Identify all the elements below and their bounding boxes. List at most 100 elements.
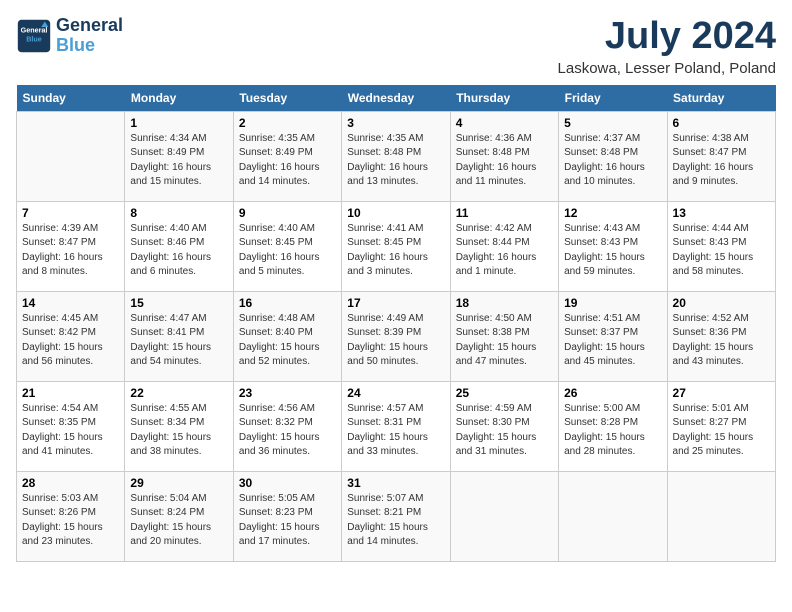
day-number: 6 <box>673 116 770 130</box>
day-number: 24 <box>347 386 444 400</box>
calendar-cell: 30 Sunrise: 5:05 AM Sunset: 8:23 PM Dayli… <box>233 471 341 561</box>
day-number: 28 <box>22 476 119 490</box>
day-info: Sunrise: 4:50 AM Sunset: 8:38 PM Dayligh… <box>456 312 553 370</box>
day-number: 1 <box>130 116 227 130</box>
day-number: 5 <box>564 116 661 130</box>
day-info: Sunrise: 4:57 AM Sunset: 8:31 PM Dayligh… <box>347 402 444 460</box>
day-info: Sunrise: 5:05 AM Sunset: 8:23 PM Dayligh… <box>239 492 336 550</box>
calendar-cell: 15 Sunrise: 4:47 AM Sunset: 8:41 PM Dayli… <box>125 291 233 381</box>
day-info: Sunrise: 4:52 AM Sunset: 8:36 PM Dayligh… <box>673 312 770 370</box>
calendar-cell: 9Sunrise: 4:40 AM Sunset: 8:45 PM Daylig… <box>233 201 341 291</box>
day-info: Sunrise: 4:42 AM Sunset: 8:44 PM Dayligh… <box>456 222 553 280</box>
calendar-cell: 1 Sunrise: 4:34 AM Sunset: 8:49 PM Daylig… <box>125 111 233 201</box>
week-row: 7 Sunrise: 4:39 AM Sunset: 8:47 PM Daylig… <box>17 201 776 291</box>
day-info: Sunrise: 4:35 AM Sunset: 8:49 PM Dayligh… <box>239 132 336 190</box>
calendar-table: SundayMondayTuesdayWednesdayThursdayFrid… <box>16 85 776 562</box>
title-block: July 2024 Laskowa, Lesser Poland, Poland <box>558 16 776 77</box>
day-info: Sunrise: 4:37 AM Sunset: 8:48 PM Dayligh… <box>564 132 661 190</box>
day-info: Sunrise: 4:35 AM Sunset: 8:48 PM Dayligh… <box>347 132 444 190</box>
day-number: 15 <box>130 296 227 310</box>
logo: General Blue General Blue <box>16 16 123 56</box>
day-number: 3 <box>347 116 444 130</box>
day-number: 20 <box>673 296 770 310</box>
day-number: 26 <box>564 386 661 400</box>
day-header: Tuesday <box>233 85 341 112</box>
logo-icon: General Blue <box>16 18 52 54</box>
calendar-cell: 7 Sunrise: 4:39 AM Sunset: 8:47 PM Daylig… <box>17 201 125 291</box>
calendar-cell <box>559 471 667 561</box>
calendar-cell: 4Sunrise: 4:36 AM Sunset: 8:48 PM Daylig… <box>450 111 558 201</box>
day-info: Sunrise: 4:54 AM Sunset: 8:35 PM Dayligh… <box>22 402 119 460</box>
day-info: Sunrise: 4:55 AM Sunset: 8:34 PM Dayligh… <box>130 402 227 460</box>
calendar-cell: 22 Sunrise: 4:55 AM Sunset: 8:34 PM Dayli… <box>125 381 233 471</box>
location: Laskowa, Lesser Poland, Poland <box>558 60 776 77</box>
calendar-cell <box>17 111 125 201</box>
day-info: Sunrise: 4:51 AM Sunset: 8:37 PM Dayligh… <box>564 312 661 370</box>
day-number: 8 <box>130 206 227 220</box>
calendar-cell: 25 Sunrise: 4:59 AM Sunset: 8:30 PM Dayli… <box>450 381 558 471</box>
day-number: 2 <box>239 116 336 130</box>
day-info: Sunrise: 4:38 AM Sunset: 8:47 PM Dayligh… <box>673 132 770 190</box>
calendar-cell: 14 Sunrise: 4:45 AM Sunset: 8:42 PM Dayli… <box>17 291 125 381</box>
week-row: 14 Sunrise: 4:45 AM Sunset: 8:42 PM Dayli… <box>17 291 776 381</box>
calendar-cell: 3 Sunrise: 4:35 AM Sunset: 8:48 PM Daylig… <box>342 111 450 201</box>
day-info: Sunrise: 5:03 AM Sunset: 8:26 PM Dayligh… <box>22 492 119 550</box>
day-info: Sunrise: 4:41 AM Sunset: 8:45 PM Dayligh… <box>347 222 444 280</box>
day-info: Sunrise: 4:49 AM Sunset: 8:39 PM Dayligh… <box>347 312 444 370</box>
calendar-cell: 21Sunrise: 4:54 AM Sunset: 8:35 PM Dayli… <box>17 381 125 471</box>
day-number: 22 <box>130 386 227 400</box>
day-number: 10 <box>347 206 444 220</box>
calendar-cell: 16 Sunrise: 4:48 AM Sunset: 8:40 PM Dayli… <box>233 291 341 381</box>
calendar-cell: 27 Sunrise: 5:01 AM Sunset: 8:27 PM Dayli… <box>667 381 775 471</box>
day-number: 16 <box>239 296 336 310</box>
day-number: 30 <box>239 476 336 490</box>
calendar-cell: 13 Sunrise: 4:44 AM Sunset: 8:43 PM Dayli… <box>667 201 775 291</box>
day-number: 23 <box>239 386 336 400</box>
day-info: Sunrise: 4:59 AM Sunset: 8:30 PM Dayligh… <box>456 402 553 460</box>
day-info: Sunrise: 4:34 AM Sunset: 8:49 PM Dayligh… <box>130 132 227 190</box>
day-info: Sunrise: 4:44 AM Sunset: 8:43 PM Dayligh… <box>673 222 770 280</box>
day-number: 13 <box>673 206 770 220</box>
calendar-cell: 20 Sunrise: 4:52 AM Sunset: 8:36 PM Dayli… <box>667 291 775 381</box>
calendar-cell: 18Sunrise: 4:50 AM Sunset: 8:38 PM Dayli… <box>450 291 558 381</box>
calendar-cell: 29Sunrise: 5:04 AM Sunset: 8:24 PM Dayli… <box>125 471 233 561</box>
calendar-cell: 23 Sunrise: 4:56 AM Sunset: 8:32 PM Dayli… <box>233 381 341 471</box>
day-info: Sunrise: 5:04 AM Sunset: 8:24 PM Dayligh… <box>130 492 227 550</box>
week-row: 28 Sunrise: 5:03 AM Sunset: 8:26 PM Dayli… <box>17 471 776 561</box>
calendar-cell: 26Sunrise: 5:00 AM Sunset: 8:28 PM Dayli… <box>559 381 667 471</box>
day-number: 31 <box>347 476 444 490</box>
day-number: 9 <box>239 206 336 220</box>
day-number: 27 <box>673 386 770 400</box>
calendar-cell: 17 Sunrise: 4:49 AM Sunset: 8:39 PM Dayli… <box>342 291 450 381</box>
day-header: Friday <box>559 85 667 112</box>
header-row: SundayMondayTuesdayWednesdayThursdayFrid… <box>17 85 776 112</box>
day-info: Sunrise: 4:45 AM Sunset: 8:42 PM Dayligh… <box>22 312 119 370</box>
month-title: July 2024 <box>558 16 776 58</box>
calendar-cell: 31Sunrise: 5:07 AM Sunset: 8:21 PM Dayli… <box>342 471 450 561</box>
day-info: Sunrise: 5:01 AM Sunset: 8:27 PM Dayligh… <box>673 402 770 460</box>
day-header: Wednesday <box>342 85 450 112</box>
calendar-cell: 6 Sunrise: 4:38 AM Sunset: 8:47 PM Daylig… <box>667 111 775 201</box>
calendar-cell: 19 Sunrise: 4:51 AM Sunset: 8:37 PM Dayli… <box>559 291 667 381</box>
day-info: Sunrise: 4:48 AM Sunset: 8:40 PM Dayligh… <box>239 312 336 370</box>
calendar-cell <box>667 471 775 561</box>
week-row: 1 Sunrise: 4:34 AM Sunset: 8:49 PM Daylig… <box>17 111 776 201</box>
calendar-cell: 5 Sunrise: 4:37 AM Sunset: 8:48 PM Daylig… <box>559 111 667 201</box>
day-number: 7 <box>22 206 119 220</box>
day-info: Sunrise: 4:43 AM Sunset: 8:43 PM Dayligh… <box>564 222 661 280</box>
page-header: General Blue General Blue July 2024 Lask… <box>16 16 776 77</box>
day-number: 25 <box>456 386 553 400</box>
day-number: 17 <box>347 296 444 310</box>
day-number: 14 <box>22 296 119 310</box>
calendar-cell <box>450 471 558 561</box>
calendar-cell: 28 Sunrise: 5:03 AM Sunset: 8:26 PM Dayli… <box>17 471 125 561</box>
day-info: Sunrise: 4:56 AM Sunset: 8:32 PM Dayligh… <box>239 402 336 460</box>
logo-text: General Blue <box>56 16 123 56</box>
calendar-cell: 8Sunrise: 4:40 AM Sunset: 8:46 PM Daylig… <box>125 201 233 291</box>
calendar-cell: 12Sunrise: 4:43 AM Sunset: 8:43 PM Dayli… <box>559 201 667 291</box>
day-info: Sunrise: 4:39 AM Sunset: 8:47 PM Dayligh… <box>22 222 119 280</box>
day-number: 19 <box>564 296 661 310</box>
svg-text:Blue: Blue <box>26 34 42 43</box>
calendar-cell: 11Sunrise: 4:42 AM Sunset: 8:44 PM Dayli… <box>450 201 558 291</box>
day-info: Sunrise: 4:47 AM Sunset: 8:41 PM Dayligh… <box>130 312 227 370</box>
